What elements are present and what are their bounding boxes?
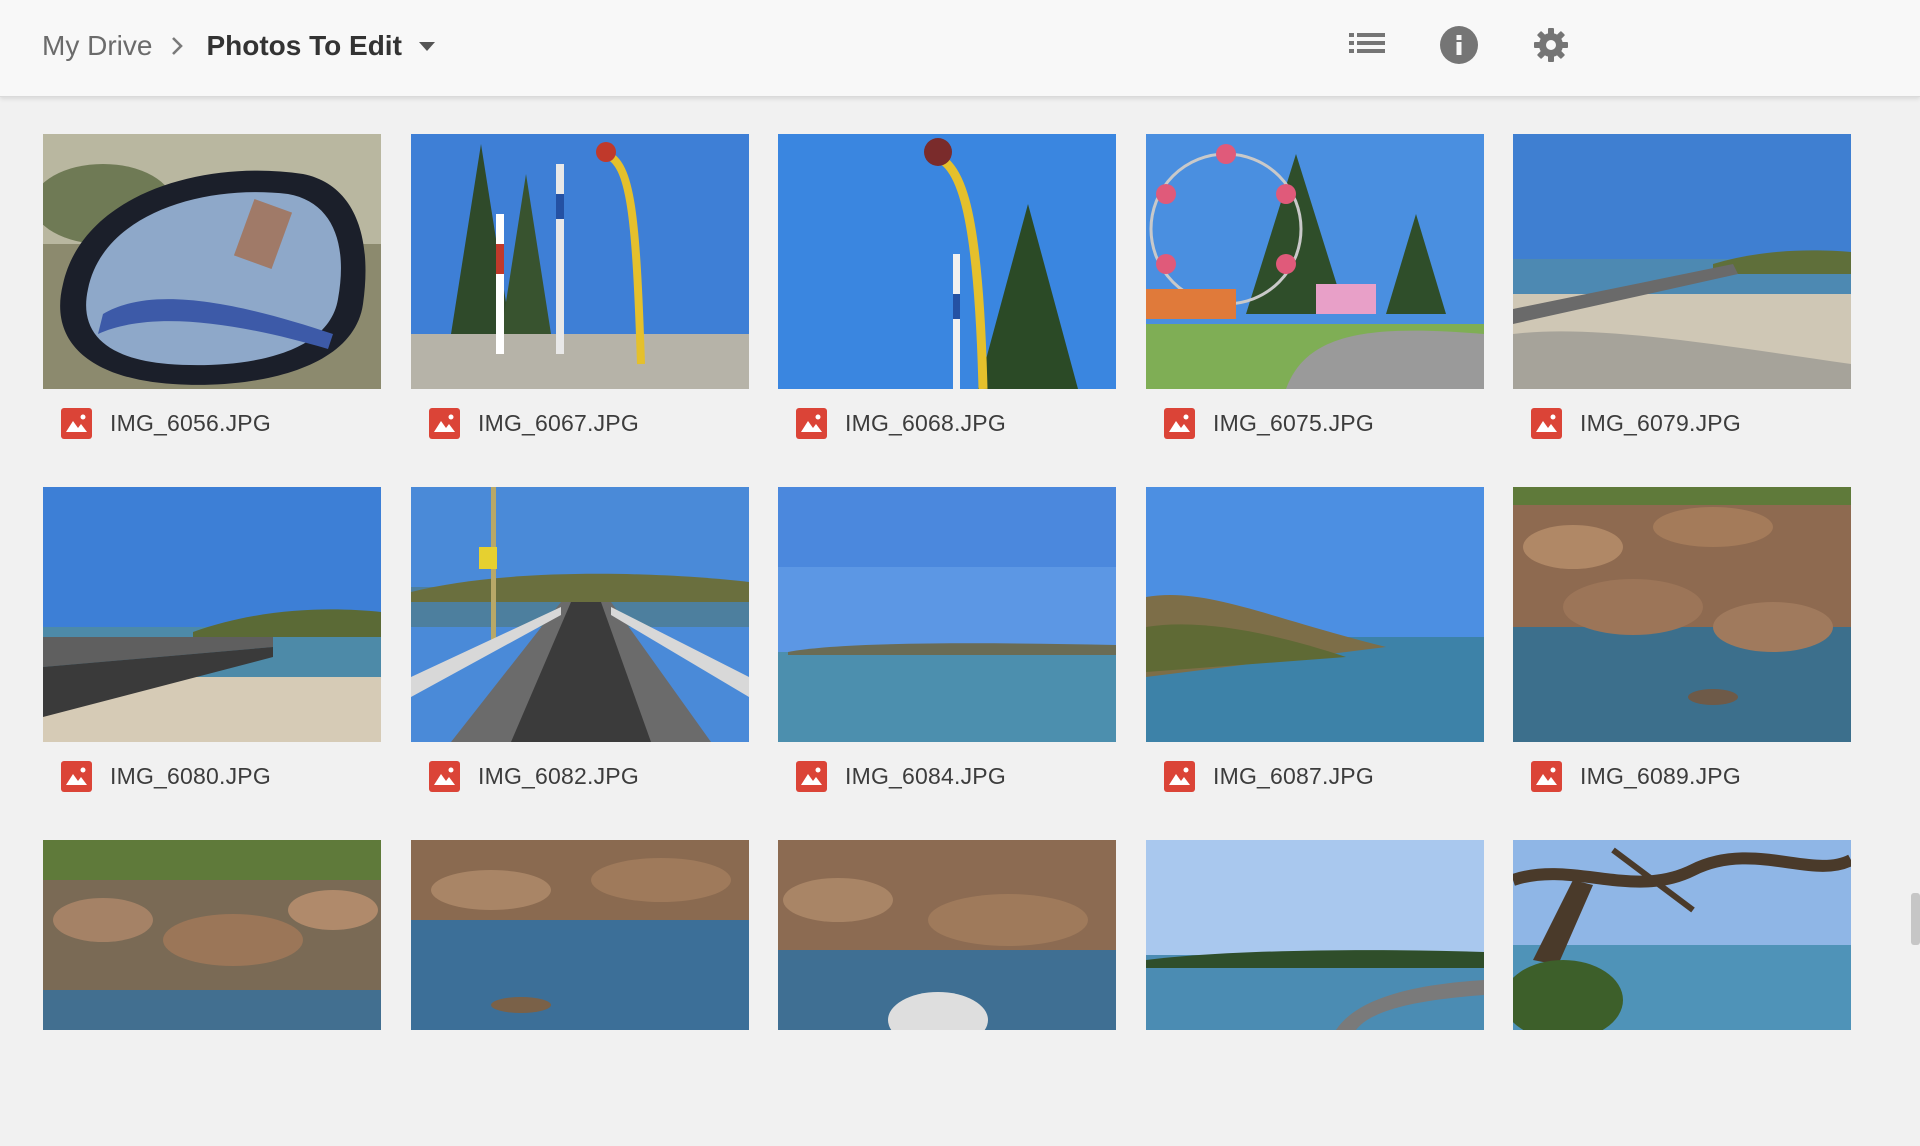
photo-thumbnail: [778, 840, 1116, 1030]
breadcrumb-my-drive[interactable]: My Drive: [42, 30, 152, 62]
photo-thumbnail: [1513, 487, 1851, 742]
scrollbar-thumb[interactable]: [1911, 893, 1920, 945]
file-name: IMG_6084.JPG: [845, 762, 1006, 789]
file-name-row: IMG_6084.JPG: [796, 759, 1006, 793]
breadcrumb-current-folder[interactable]: Photos To Edit: [206, 30, 401, 62]
file-tile[interactable]: [43, 840, 381, 1030]
photo-thumbnail: [43, 487, 381, 742]
caret-down-icon[interactable]: [418, 40, 436, 52]
file-tile[interactable]: [1146, 840, 1484, 1030]
photo-thumbnail: [43, 840, 381, 1030]
photo-thumbnail: [1513, 134, 1851, 389]
file-name-row: IMG_6089.JPG: [1531, 759, 1741, 793]
breadcrumb: My Drive Photos To Edit: [42, 26, 436, 66]
image-file-icon: [1531, 760, 1562, 792]
file-tile[interactable]: [411, 840, 749, 1030]
list-view-icon: [1349, 31, 1385, 64]
top-bar: My Drive Photos To Edit: [0, 0, 1920, 97]
file-name: IMG_6056.JPG: [110, 409, 271, 436]
info-icon: [1439, 25, 1479, 70]
file-name: IMG_6089.JPG: [1580, 762, 1741, 789]
file-name-row: IMG_6080.JPG: [61, 759, 271, 793]
list-view-button[interactable]: [1344, 24, 1390, 70]
file-tile[interactable]: IMG_6075.JPG: [1146, 134, 1484, 439]
image-file-icon: [429, 760, 460, 792]
image-file-icon: [1531, 407, 1562, 439]
photo-thumbnail: [1513, 840, 1851, 1030]
file-name-row: IMG_6056.JPG: [61, 406, 271, 440]
file-name: IMG_6080.JPG: [110, 762, 271, 789]
file-tile[interactable]: IMG_6084.JPG: [778, 487, 1116, 792]
file-name-row: [1531, 1112, 1549, 1146]
file-name: IMG_6067.JPG: [478, 409, 639, 436]
photo-thumbnail: [411, 487, 749, 742]
photo-thumbnail: [1146, 487, 1484, 742]
file-name-row: IMG_6082.JPG: [429, 759, 639, 793]
photo-thumbnail: [1146, 134, 1484, 389]
file-name: IMG_6068.JPG: [845, 409, 1006, 436]
chevron-right-icon: [170, 35, 184, 57]
image-file-icon: [61, 407, 92, 439]
file-name-row: IMG_6079.JPG: [1531, 406, 1741, 440]
file-tile[interactable]: IMG_6067.JPG: [411, 134, 749, 439]
settings-button[interactable]: [1528, 24, 1574, 70]
photo-thumbnail: [43, 134, 381, 389]
file-name-row: IMG_6075.JPG: [1164, 406, 1374, 440]
file-tile[interactable]: [1513, 840, 1851, 1030]
file-name: IMG_6075.JPG: [1213, 409, 1374, 436]
file-name-row: [1164, 1112, 1182, 1146]
file-name: IMG_6079.JPG: [1580, 409, 1741, 436]
file-name: IMG_6082.JPG: [478, 762, 639, 789]
file-tile[interactable]: IMG_6079.JPG: [1513, 134, 1851, 439]
details-button[interactable]: [1436, 24, 1482, 70]
file-tile[interactable]: IMG_6056.JPG: [43, 134, 381, 439]
file-name-row: IMG_6087.JPG: [1164, 759, 1374, 793]
photo-thumbnail: [1146, 840, 1484, 1030]
image-file-icon: [429, 407, 460, 439]
image-file-icon: [1164, 407, 1195, 439]
file-tile[interactable]: IMG_6082.JPG: [411, 487, 749, 792]
file-tile[interactable]: IMG_6068.JPG: [778, 134, 1116, 439]
settings-gear-icon: [1533, 27, 1569, 68]
file-name-row: [796, 1112, 814, 1146]
image-file-icon: [1164, 760, 1195, 792]
file-name-row: IMG_6068.JPG: [796, 406, 1006, 440]
image-file-icon: [796, 407, 827, 439]
file-tile[interactable]: IMG_6089.JPG: [1513, 487, 1851, 792]
image-file-icon: [796, 760, 827, 792]
photo-thumbnail: [778, 134, 1116, 389]
photo-thumbnail: [411, 134, 749, 389]
file-name-row: [61, 1112, 79, 1146]
file-tile[interactable]: IMG_6080.JPG: [43, 487, 381, 792]
image-file-icon: [61, 760, 92, 792]
file-tile[interactable]: [778, 840, 1116, 1030]
file-name-row: [429, 1112, 447, 1146]
photo-thumbnail: [778, 487, 1116, 742]
file-name-row: IMG_6067.JPG: [429, 406, 639, 440]
file-tile[interactable]: IMG_6087.JPG: [1146, 487, 1484, 792]
file-name: IMG_6087.JPG: [1213, 762, 1374, 789]
file-grid: IMG_6056.JPG IMG_6067.JPG IMG_6068.JPG I…: [0, 0, 1920, 1044]
photo-thumbnail: [411, 840, 749, 1030]
